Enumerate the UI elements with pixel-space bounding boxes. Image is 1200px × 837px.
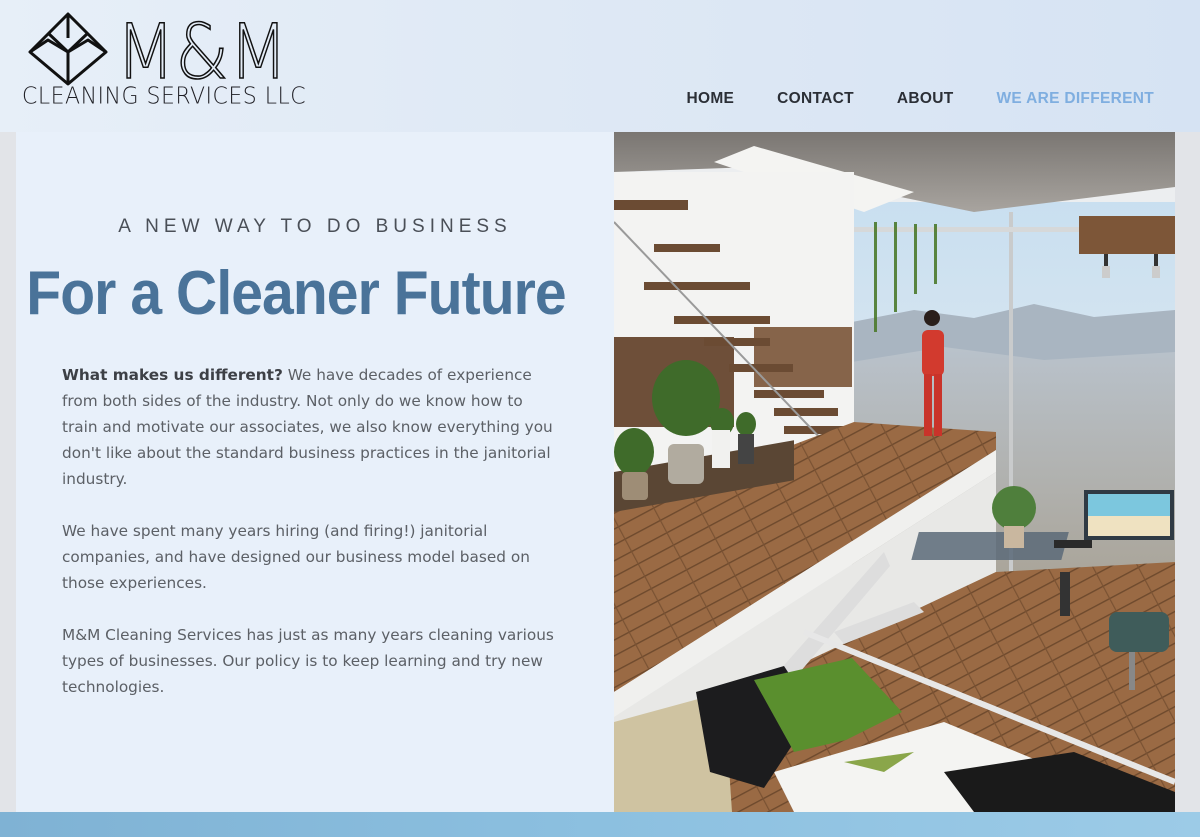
paragraph-policy: M&M Cleaning Services has just as many y… — [62, 626, 554, 696]
nav-contact[interactable]: CONTACT — [777, 88, 854, 110]
intro-text: We have decades of experience from both … — [62, 366, 553, 488]
hero-image — [614, 132, 1175, 812]
site-header: M&M CLEANING SERVICES LLC HOME CONTACT A… — [0, 0, 1200, 132]
right-gutter — [1175, 132, 1200, 812]
svg-text:M&M: M&M — [116, 8, 288, 92]
paragraph-hiring: We have spent many years hiring (and fir… — [62, 522, 530, 592]
left-gutter — [0, 132, 16, 812]
page: M&M CLEANING SERVICES LLC HOME CONTACT A… — [0, 0, 1200, 837]
nav-we-are-different[interactable]: WE ARE DIFFERENT — [997, 88, 1155, 110]
hero-body: What makes us different? We have decades… — [62, 362, 562, 726]
hero-headline: For a Cleaner Future — [26, 259, 566, 328]
logo[interactable]: M&M CLEANING SERVICES LLC — [20, 8, 307, 112]
nav-home[interactable]: HOME — [686, 88, 734, 110]
intro-paragraph: What makes us different? We have decades… — [62, 362, 562, 492]
geometric-cube-house-icon — [28, 12, 108, 86]
logo-wordmark: M&M — [115, 8, 289, 92]
logo-tagline: CLEANING SERVICES LLC — [22, 83, 307, 110]
hero-eyebrow: A NEW WAY TO DO BUSINESS — [118, 216, 512, 237]
interior-scene-illustration — [614, 132, 1175, 812]
hero-text-panel: A NEW WAY TO DO BUSINESS For a Cleaner F… — [16, 132, 614, 812]
main-nav: HOME CONTACT ABOUT WE ARE DIFFERENT — [686, 88, 1154, 110]
nav-about[interactable]: ABOUT — [897, 88, 954, 110]
intro-question: What makes us different? — [62, 366, 283, 384]
footer-bar — [0, 812, 1200, 837]
